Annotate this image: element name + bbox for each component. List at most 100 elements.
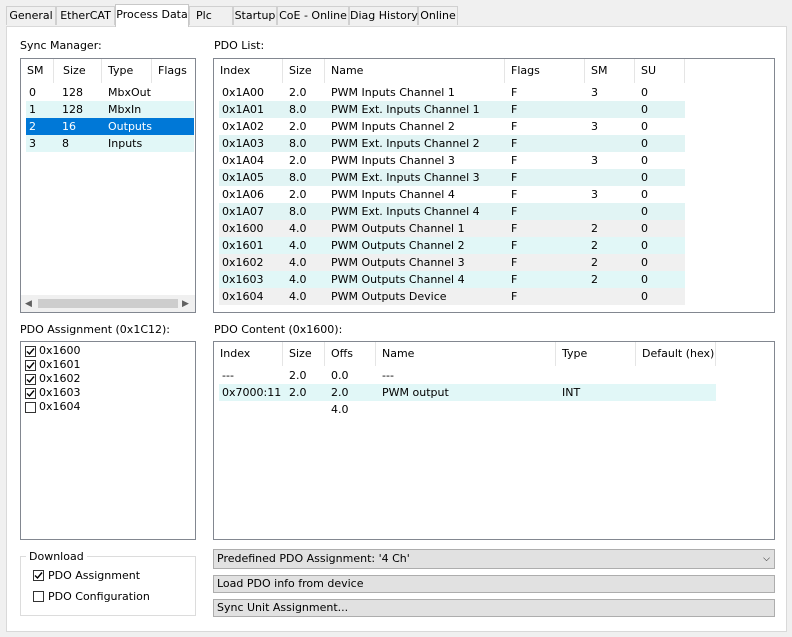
scroll-right-icon[interactable]: ▶ (182, 299, 189, 309)
check-icon (26, 376, 35, 384)
check-icon (26, 390, 35, 398)
table-row[interactable]: --- 2.0 0.0 --- (219, 367, 716, 384)
cell-size: 4.0 (289, 239, 307, 252)
cell-flags: F (511, 137, 518, 150)
column-header-offs[interactable]: Offs (325, 342, 376, 366)
column-header-name[interactable]: Name (376, 342, 556, 366)
column-header-size[interactable]: Size (283, 342, 325, 366)
cell-sm (585, 169, 635, 186)
tab-process-data[interactable]: Process Data (115, 4, 189, 27)
cell-sm (585, 288, 635, 305)
column-header-size[interactable]: Size (283, 59, 325, 83)
table-row-selected[interactable]: 2 16 Outputs (26, 118, 194, 135)
load-pdo-info-button[interactable]: Load PDO info from device (213, 575, 775, 593)
table-row[interactable]: 0x1A05 8.0 PWM Ext. Inputs Channel 3 F 0 (219, 169, 685, 186)
checkbox[interactable] (25, 402, 36, 413)
column-header-sm[interactable]: SM (21, 59, 54, 83)
cell-flags: F (511, 273, 518, 286)
pdo-assignment-option-label: PDO Assignment (48, 569, 141, 582)
scrollbar-thumb[interactable] (38, 299, 178, 308)
checkbox[interactable] (25, 374, 36, 385)
tab-diag-history[interactable]: Diag History (349, 6, 418, 25)
table-row[interactable]: 0x1A07 8.0 PWM Ext. Inputs Channel 4 F 0 (219, 203, 685, 220)
table-row[interactable]: 0x1A02 2.0 PWM Inputs Channel 2 F 3 0 (219, 118, 685, 135)
checkbox[interactable] (25, 388, 36, 399)
pdo-assignment-item[interactable]: 0x1603 (24, 386, 144, 400)
sync-manager-label: Sync Manager: (20, 39, 102, 52)
table-row[interactable]: 0x1603 4.0 PWM Outputs Channel 4 F 2 0 (219, 271, 685, 288)
pdo-list[interactable]: Index Size Name Flags SM SU 0x1A00 2.0 PWM… (213, 58, 775, 313)
pdo-assignment-item[interactable]: 0x1604 (24, 400, 144, 414)
column-header-su[interactable]: SU (635, 59, 685, 83)
download-group (20, 556, 196, 616)
tab-ethercat[interactable]: EtherCAT (56, 6, 115, 25)
cell-size: 128 (62, 103, 83, 116)
table-row[interactable]: 0x1A04 2.0 PWM Inputs Channel 3 F 3 0 (219, 152, 685, 169)
column-header-index[interactable]: Index (214, 59, 283, 83)
cell-index: 0x1A00 (222, 86, 265, 99)
cell-flags: F (511, 103, 518, 116)
cell-name (376, 401, 556, 418)
cell-su: 0 (641, 222, 648, 235)
cell-sm (585, 135, 635, 152)
checkbox[interactable] (25, 360, 36, 371)
column-header-default[interactable]: Default (hex) (636, 342, 716, 366)
column-header-type[interactable]: Type (102, 59, 152, 83)
column-header-type[interactable]: Type (556, 342, 636, 366)
column-header-sm[interactable]: SM (585, 59, 635, 83)
pdo-configuration-checkbox[interactable] (33, 591, 44, 602)
column-header-size[interactable]: Size (57, 59, 102, 83)
tab-plc[interactable]: Plc (189, 6, 233, 25)
column-header-name[interactable]: Name (325, 59, 505, 83)
check-icon (26, 348, 35, 356)
cell-flags: F (511, 239, 518, 252)
tab-general[interactable]: General (6, 6, 56, 25)
table-row[interactable]: 0x7000:11 2.0 2.0 PWM output INT (219, 384, 716, 401)
table-row[interactable]: 0x1600 4.0 PWM Outputs Channel 1 F 2 0 (219, 220, 685, 237)
table-row[interactable]: 0x1A01 8.0 PWM Ext. Inputs Channel 1 F 0 (219, 101, 685, 118)
tab-coe-online[interactable]: CoE - Online (277, 6, 349, 25)
table-row[interactable]: 3 8 Inputs (26, 135, 194, 152)
table-row[interactable]: 0x1604 4.0 PWM Outputs Device F 0 (219, 288, 685, 305)
tab-bar: General EtherCAT Process Data Plc Startu… (0, 0, 792, 27)
pdo-assignment-list[interactable]: 0x1600 0x1601 0x1602 0x1603 0x1604 (20, 341, 196, 540)
cell-su: 0 (641, 205, 648, 218)
pdo-assignment-item[interactable]: 0x1600 (24, 344, 144, 358)
sync-manager-list[interactable]: SM Size Type Flags 0 128 MbxOut 1 128 Mb… (20, 58, 196, 313)
cell-sm: 3 (591, 120, 598, 133)
cell-su: 0 (641, 103, 648, 116)
table-row[interactable]: 0x1A03 8.0 PWM Ext. Inputs Channel 2 F 0 (219, 135, 685, 152)
cell-sm: 2 (591, 256, 598, 269)
horizontal-scrollbar[interactable]: ◀ ▶ (21, 295, 195, 312)
cell-index: 0x1601 (222, 239, 264, 252)
cell-size: 4.0 (289, 290, 307, 303)
column-header-index[interactable]: Index (214, 342, 283, 366)
cell-default (636, 401, 716, 418)
checkbox[interactable] (25, 346, 36, 357)
tab-startup[interactable]: Startup (233, 6, 277, 25)
column-header-flags[interactable]: Flags (505, 59, 585, 83)
pdo-assignment-item[interactable]: 0x1601 (24, 358, 144, 372)
table-row[interactable]: 0x1602 4.0 PWM Outputs Channel 3 F 2 0 (219, 254, 685, 271)
cell-index: 0x1A01 (222, 103, 265, 116)
table-row[interactable]: 0x1A00 2.0 PWM Inputs Channel 1 F 3 0 (219, 84, 685, 101)
cell-size: 16 (62, 120, 76, 133)
scroll-left-icon[interactable]: ◀ (25, 299, 32, 309)
tab-online[interactable]: Online (418, 6, 458, 25)
column-header-flags[interactable]: Flags (152, 59, 195, 83)
sync-unit-assignment-button[interactable]: Sync Unit Assignment... (213, 599, 775, 617)
cell-sm: 3 (591, 86, 598, 99)
table-row[interactable]: 4.0 (219, 401, 716, 418)
cell-flags: F (511, 86, 518, 99)
pdo-content-list[interactable]: Index Size Offs Name Type Default (hex) … (213, 341, 775, 540)
table-row[interactable]: 1 128 MbxIn (26, 101, 194, 118)
table-row[interactable]: 0x1601 4.0 PWM Outputs Channel 2 F 2 0 (219, 237, 685, 254)
cell-offs: 0.0 (331, 369, 349, 382)
table-row[interactable]: 0x1A06 2.0 PWM Inputs Channel 4 F 3 0 (219, 186, 685, 203)
pdo-assignment-item[interactable]: 0x1602 (24, 372, 144, 386)
pdo-list-label: PDO List: (214, 39, 265, 52)
table-row[interactable]: 0 128 MbxOut (26, 84, 194, 101)
cell-size: 8.0 (289, 205, 307, 218)
pdo-assignment-checkbox[interactable] (33, 570, 44, 581)
predefined-pdo-assignment-dropdown[interactable]: Predefined PDO Assignment: '4 Ch' ⌵ (213, 549, 775, 569)
